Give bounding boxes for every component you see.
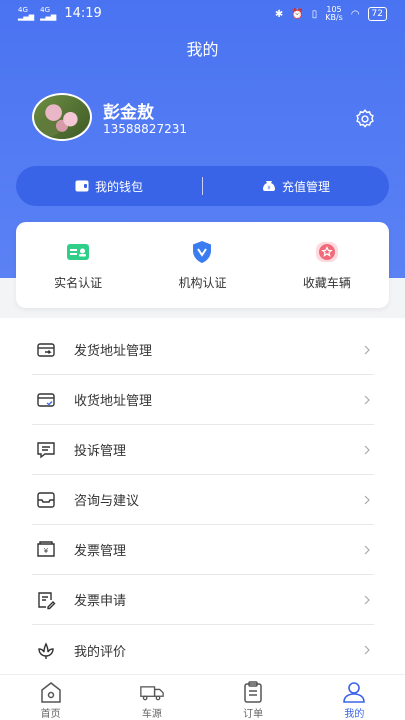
tab-mine[interactable]: 我的 bbox=[304, 675, 405, 720]
edit-document-icon bbox=[38, 591, 56, 609]
shield-check-icon bbox=[193, 241, 212, 263]
shipping-box-icon bbox=[37, 342, 55, 357]
quick-actions-card: 实名认证 机构认证 收藏车辆 bbox=[16, 222, 389, 308]
tab-label: 首页 bbox=[40, 709, 61, 720]
invoice-icon: ¥ bbox=[37, 540, 55, 557]
menu-item-shipping-address[interactable]: 发货地址管理 bbox=[32, 325, 374, 375]
recharge-management-button[interactable]: ¥ 充值管理 bbox=[203, 166, 389, 206]
tab-orders[interactable]: 订单 bbox=[203, 675, 304, 720]
chevron-right-icon bbox=[364, 595, 370, 604]
real-name-auth-button[interactable]: 实名认证 bbox=[16, 222, 140, 308]
menu-label: 发票管理 bbox=[74, 544, 127, 559]
clipboard-icon bbox=[244, 681, 262, 703]
menu-label: 咨询与建议 bbox=[74, 494, 140, 509]
user-icon bbox=[343, 682, 366, 703]
home-icon bbox=[40, 682, 61, 703]
chevron-right-icon bbox=[364, 445, 370, 454]
menu-label: 收货地址管理 bbox=[74, 394, 153, 409]
menu-item-invoice-management[interactable]: ¥ 发票管理 bbox=[32, 525, 374, 575]
vibrate-icon: ▯ bbox=[311, 8, 318, 20]
chevron-right-icon bbox=[364, 645, 370, 655]
institution-auth-button[interactable]: 机构认证 bbox=[140, 222, 264, 308]
avatar[interactable] bbox=[32, 93, 92, 141]
status-bar: 4G ▂▄▆ 4G ▂▄▆ 14:19 ✱ ⏰ ▯ 105 KB/s ◠ 72 bbox=[0, 0, 405, 28]
money-bag-icon: ¥ bbox=[262, 181, 275, 192]
institution-auth-label: 机构认证 bbox=[178, 276, 227, 290]
chevron-right-icon bbox=[364, 545, 370, 554]
tab-label: 订单 bbox=[243, 709, 264, 720]
menu-label: 投诉管理 bbox=[74, 444, 127, 459]
signal-icon-2: 4G ▂▄▆ bbox=[40, 5, 57, 21]
wallet-bar: 我的钱包 ¥ 充值管理 bbox=[16, 166, 389, 206]
chevron-right-icon bbox=[364, 345, 370, 354]
favorite-vehicles-label: 收藏车辆 bbox=[302, 276, 351, 290]
wifi-icon: ◠ bbox=[350, 8, 360, 20]
my-wallet-label: 我的钱包 bbox=[94, 179, 143, 194]
menu-item-invoice-application[interactable]: 发票申请 bbox=[32, 575, 374, 625]
signal-icon: 4G ▂▄▆ bbox=[18, 5, 35, 21]
my-wallet-button[interactable]: 我的钱包 bbox=[16, 166, 202, 206]
chevron-right-icon bbox=[364, 395, 370, 404]
chevron-right-icon bbox=[364, 495, 370, 504]
svg-text:¥: ¥ bbox=[267, 186, 270, 192]
truck-icon bbox=[140, 686, 164, 701]
bottom-tab-bar: 首页 车源 订单 我的 bbox=[0, 674, 405, 720]
page-title: 我的 bbox=[186, 40, 219, 59]
real-name-auth-label: 实名认证 bbox=[54, 276, 103, 290]
review-flower-icon bbox=[38, 642, 54, 659]
battery-icon: 72 bbox=[367, 7, 387, 21]
tab-home[interactable]: 首页 bbox=[0, 675, 101, 720]
tab-label: 车源 bbox=[141, 709, 162, 720]
menu-item-receiving-address[interactable]: 收货地址管理 bbox=[32, 375, 374, 425]
clock: 14:19 bbox=[64, 6, 102, 21]
alarm-icon: ⏰ bbox=[291, 8, 304, 20]
menu-label: 发货地址管理 bbox=[74, 344, 153, 359]
user-name: 彭金敖 bbox=[103, 103, 154, 123]
menu-list: 发货地址管理 收货地址管理 投诉管理 咨询与建议 ¥ 发票管理 发票申请 我的评… bbox=[0, 318, 405, 674]
settings-gear-icon[interactable] bbox=[354, 108, 376, 130]
network-speed: 105 KB/s bbox=[325, 5, 343, 22]
complaint-chat-icon bbox=[37, 441, 55, 458]
wallet-icon bbox=[75, 180, 89, 192]
receive-box-icon bbox=[37, 392, 55, 407]
svg-text:¥: ¥ bbox=[44, 547, 49, 555]
tab-vehicles[interactable]: 车源 bbox=[101, 675, 202, 720]
bluetooth-icon: ✱ bbox=[274, 8, 284, 20]
menu-label: 发票申请 bbox=[74, 594, 127, 609]
id-card-icon bbox=[67, 244, 90, 260]
menu-item-complaints[interactable]: 投诉管理 bbox=[32, 425, 374, 475]
star-icon bbox=[315, 242, 338, 262]
inbox-icon bbox=[37, 491, 55, 508]
favorite-vehicles-button[interactable]: 收藏车辆 bbox=[265, 222, 389, 308]
menu-item-my-reviews[interactable]: 我的评价 bbox=[32, 625, 374, 675]
recharge-label: 充值管理 bbox=[281, 179, 330, 194]
menu-label: 我的评价 bbox=[74, 644, 127, 660]
tab-label: 我的 bbox=[344, 709, 365, 720]
user-phone: 13588827231 bbox=[103, 122, 187, 136]
menu-item-consultation[interactable]: 咨询与建议 bbox=[32, 475, 374, 525]
